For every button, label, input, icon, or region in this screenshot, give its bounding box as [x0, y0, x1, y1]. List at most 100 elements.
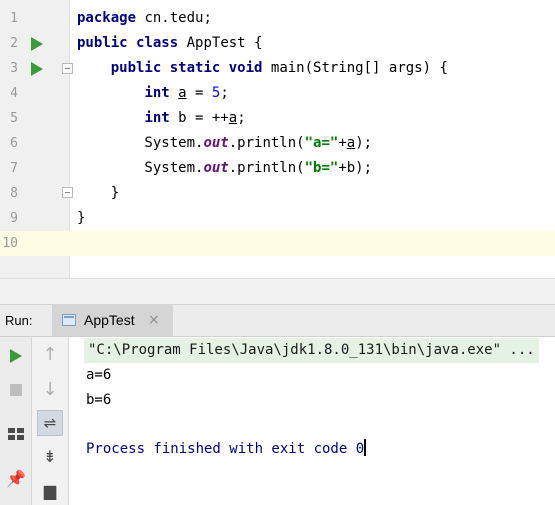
- code-token: ;: [220, 85, 229, 101]
- code-token: out: [203, 135, 229, 151]
- text-caret: [364, 439, 367, 456]
- code-line[interactable]: 5 int b = ++a;: [0, 106, 555, 131]
- layout-icon: [8, 428, 24, 440]
- code-token: int: [144, 85, 170, 101]
- code-token: "a=": [304, 135, 339, 151]
- code-token: class: [136, 35, 179, 51]
- code-token: +b);: [338, 160, 373, 176]
- run-toolbar-secondary: ↑ ↓ ⇌ ⇟ ▆: [32, 337, 69, 505]
- code-token: AppTest {: [178, 35, 263, 51]
- code-token: public: [110, 60, 162, 76]
- code-token: "b=": [304, 160, 339, 176]
- soft-wrap-button[interactable]: ⇌: [37, 410, 63, 436]
- scroll-to-end-button[interactable]: ⇟: [39, 445, 61, 467]
- code-token: a: [346, 135, 356, 151]
- console-command-line: "C:\Program Files\Java\jdk1.8.0_131\bin\…: [84, 338, 539, 363]
- line-number: 3: [10, 61, 18, 76]
- run-gutter-icon[interactable]: [31, 37, 43, 51]
- close-icon[interactable]: ×: [148, 305, 160, 336]
- code-token: .println(: [228, 135, 305, 151]
- line-number: 8: [10, 186, 18, 201]
- code-token: static: [169, 60, 221, 76]
- print-button[interactable]: ▆: [39, 479, 61, 501]
- code-token: System.: [77, 160, 204, 176]
- code-text: System.out.println("b="+b);: [77, 156, 372, 181]
- code-token: b = ++: [169, 110, 229, 126]
- line-number: 9: [10, 211, 18, 226]
- console-exit-line: Process finished with exit code 0: [86, 437, 367, 462]
- console-output-line: b=6: [86, 392, 112, 408]
- fold-icon[interactable]: [62, 63, 73, 74]
- arrow-down-icon: ↓: [42, 378, 58, 400]
- stop-button[interactable]: [7, 381, 25, 399]
- print-icon: ▆: [43, 480, 57, 500]
- code-text: public class AppTest {: [77, 31, 262, 56]
- code-text: int a = 5;: [77, 81, 229, 106]
- code-token: System.: [77, 135, 204, 151]
- code-text: public static void main(String[] args) {: [77, 56, 448, 81]
- code-text: int b = ++a;: [77, 106, 246, 131]
- code-token: void: [228, 60, 263, 76]
- line-number: 1: [10, 11, 18, 26]
- code-line[interactable]: 6 System.out.println("a="+a);: [0, 131, 555, 156]
- code-line[interactable]: 7 System.out.println("b="+b);: [0, 156, 555, 181]
- line-number: 6: [10, 136, 18, 151]
- play-icon: [10, 349, 22, 363]
- code-text: }: [77, 206, 85, 231]
- fold-icon[interactable]: [62, 187, 73, 198]
- arrow-up-icon: ↑: [42, 343, 58, 365]
- console-output-line: a=6: [86, 367, 112, 383]
- panel-separator[interactable]: [0, 278, 555, 305]
- run-tab-apptest[interactable]: AppTest ×: [52, 305, 173, 336]
- code-token: }: [77, 185, 120, 201]
- scroll-down-button[interactable]: ↓: [39, 378, 61, 400]
- exit-message: Process finished with exit code 0: [86, 441, 365, 457]
- restore-layout-button[interactable]: [5, 425, 27, 443]
- line-number: 5: [10, 111, 18, 126]
- code-line[interactable]: 8 }: [0, 181, 555, 206]
- code-token: int: [144, 110, 170, 126]
- rerun-button[interactable]: [7, 348, 25, 364]
- code-token: package: [77, 10, 137, 26]
- code-line[interactable]: 1 package cn.tedu;: [0, 6, 555, 31]
- code-token: );: [355, 135, 373, 151]
- run-gutter-icon[interactable]: [31, 62, 43, 76]
- line-number: 4: [10, 86, 18, 101]
- code-token: }: [77, 210, 86, 226]
- line-number: 10: [2, 236, 18, 251]
- code-line[interactable]: 4 int a = 5;: [0, 81, 555, 106]
- code-token: +: [338, 135, 347, 151]
- console-output[interactable]: "C:\Program Files\Java\jdk1.8.0_131\bin\…: [70, 337, 555, 505]
- pin-icon: 📌: [6, 468, 26, 488]
- code-text: }: [77, 181, 119, 206]
- code-line[interactable]: 9}: [0, 206, 555, 231]
- code-token: a: [178, 85, 187, 101]
- line-number: 7: [10, 161, 18, 176]
- run-tool-window-header: Run: AppTest ×: [0, 305, 555, 337]
- code-line[interactable]: 3 public static void main(String[] args)…: [0, 56, 555, 81]
- code-token: a: [228, 110, 238, 126]
- code-token: ;: [237, 110, 246, 126]
- code-editor[interactable]: 1 package cn.tedu; 2 public class AppTest {…: [0, 0, 555, 278]
- run-label: Run:: [5, 313, 33, 328]
- scroll-to-end-icon: ⇟: [43, 446, 57, 466]
- scroll-up-button[interactable]: ↑: [39, 343, 61, 365]
- code-token: out: [203, 160, 229, 176]
- code-token: cn.tedu;: [136, 10, 212, 26]
- code-line[interactable]: 2 public class AppTest {: [0, 31, 555, 56]
- console-tab-icon: [62, 314, 76, 326]
- run-tab-label[interactable]: AppTest: [84, 305, 135, 336]
- line-number: 2: [10, 36, 18, 51]
- stop-icon: [10, 384, 22, 396]
- pin-tab-button[interactable]: 📌: [5, 467, 27, 489]
- code-token: public: [77, 35, 128, 51]
- code-line[interactable]: 10: [0, 231, 555, 256]
- code-text: package cn.tedu;: [77, 6, 212, 31]
